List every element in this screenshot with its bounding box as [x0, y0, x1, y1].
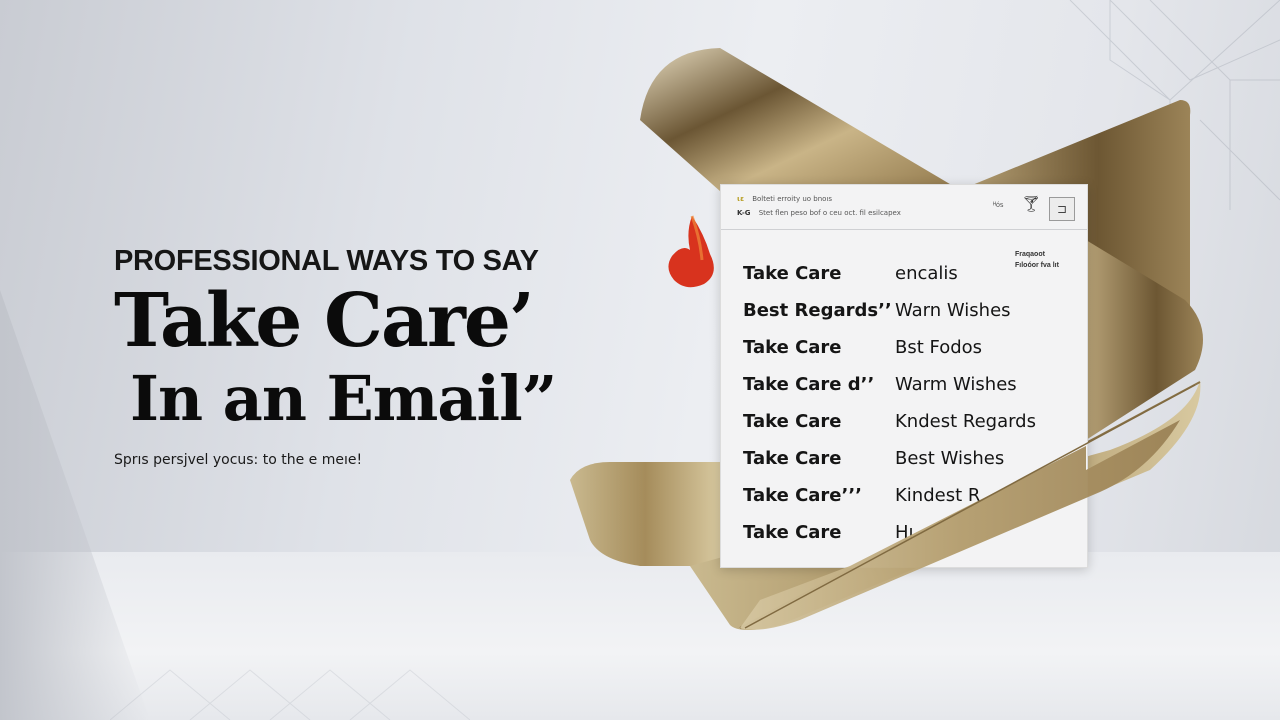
signoff-right: Bst Fodos [895, 337, 983, 358]
signoff-left: Take Care [743, 337, 842, 358]
list-item: Take Care encalis [743, 255, 1036, 292]
signoff-left: Best Regards’’ [743, 300, 892, 321]
list-item: Take Care d’’ Warm Wishes [743, 366, 1036, 403]
list-item: Best Regards’’ Warn Wishes [743, 292, 1036, 329]
reply-box-icon[interactable]: ⊐ [1049, 197, 1075, 221]
subject-icon: K-G [737, 209, 751, 217]
email-card-header: ɩɛ Bolteti erroity uo bnoıs K-G Stet fle… [721, 185, 1087, 230]
sender-meta-text: Bolteti erroity uo bnoıs [752, 195, 833, 203]
signoff-left: Take Care [743, 263, 842, 284]
signoff-left: Take Care [743, 411, 842, 432]
list-item: Take Care Hı [743, 514, 1036, 551]
signoff-left: Take Care [743, 448, 842, 469]
signoff-list: Take Care encalis Best Regards’’ Warn Wish… [743, 255, 1036, 551]
sender-icon: ɩɛ [737, 195, 744, 203]
signoff-right: Warn Wishes [895, 300, 1011, 321]
red-petal [668, 215, 714, 288]
subject-meta-text: Stet flen peso bof o ceu oct. fil esilca… [758, 209, 901, 217]
signoff-right: Kndest Regards [895, 411, 1036, 432]
list-item: Take Care’’’ Kindest R [743, 477, 1036, 514]
list-item: Take Care Kndest Regards [743, 403, 1036, 440]
sender-meta-row: ɩɛ Bolteti erroity uo bnoıs [737, 195, 832, 203]
list-item: Take Care Bst Fodos [743, 329, 1036, 366]
signoff-left: Take Care [743, 522, 842, 543]
signoff-right: Kindest R [895, 485, 981, 506]
subject-meta-row: K-G Stet flen peso bof o ceu oct. fil es… [737, 209, 901, 217]
signoff-right: Hı [895, 522, 914, 543]
email-card: ɩɛ Bolteti erroity uo bnoıs K-G Stet fle… [720, 184, 1088, 568]
list-item: Take Care Best Wishes [743, 440, 1036, 477]
signoff-left: Take Care’’’ [743, 485, 863, 506]
signoff-right: Warm Wishes [895, 374, 1017, 395]
signoff-right: Best Wishes [895, 448, 1005, 469]
signoff-right: encalis [895, 263, 958, 284]
header-count: ᴴóꜱ [993, 202, 1004, 209]
wine-glass-icon[interactable]: 🍸︎ [1021, 197, 1041, 213]
signoff-left: Take Care d’’ [743, 374, 875, 395]
gold-ribbon-sculpture [570, 48, 1203, 630]
